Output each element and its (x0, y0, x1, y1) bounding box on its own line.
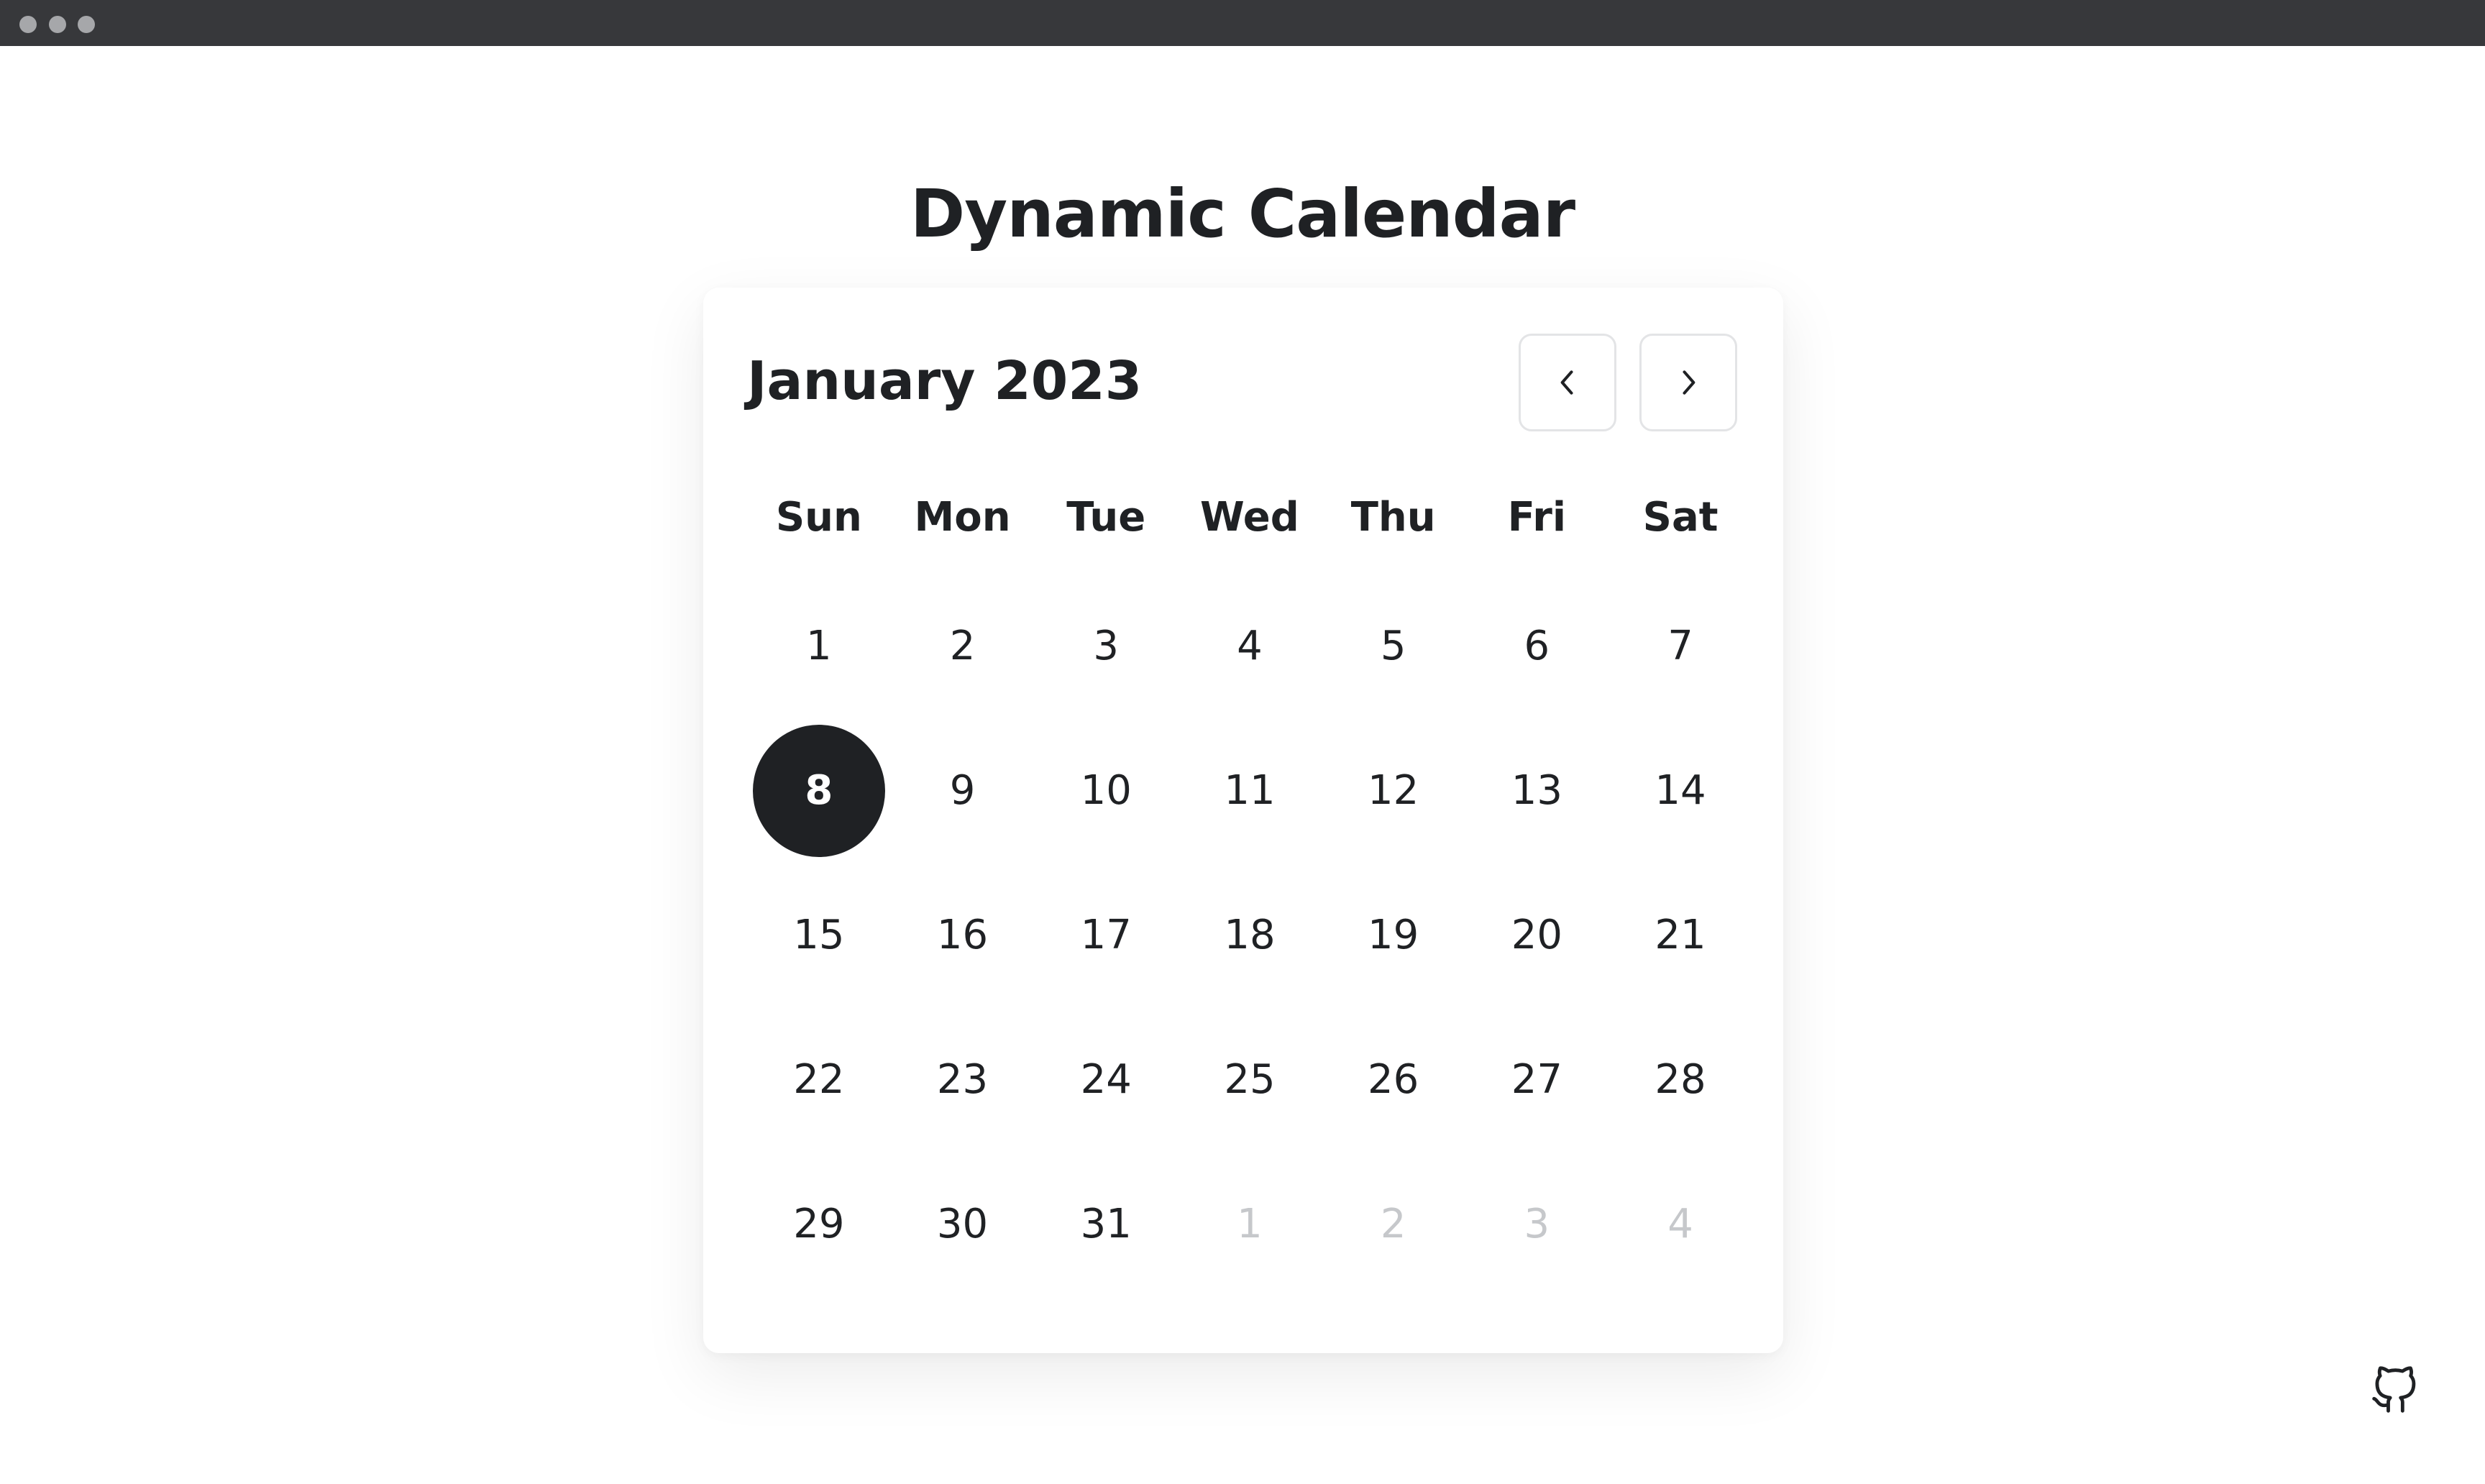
day-cell: 26 (1322, 1007, 1465, 1152)
calendar-day[interactable]: 2 (897, 580, 1029, 713)
day-cell: 13 (1465, 718, 1609, 863)
calendar-day[interactable]: 15 (753, 869, 885, 1002)
calendar-day[interactable]: 22 (753, 1014, 885, 1146)
day-cell: 14 (1608, 718, 1752, 863)
day-cell: 20 (1465, 863, 1609, 1007)
calendar-day[interactable]: 11 (1184, 725, 1316, 857)
calendar-day[interactable]: 30 (897, 1158, 1029, 1291)
day-cell: 31 (1034, 1152, 1178, 1296)
calendar-day[interactable]: 26 (1327, 1014, 1460, 1146)
calendar-day[interactable]: 1 (753, 580, 885, 713)
calendar-card: January 2023 Sun Mon Tue Wed Thu Fri Sat 1 2 3 4 5 6… (703, 288, 1783, 1353)
calendar-day[interactable]: 17 (1040, 869, 1172, 1002)
day-cell: 4 (1608, 1152, 1752, 1296)
day-cell: 29 (747, 1152, 891, 1296)
day-cell: 15 (747, 863, 891, 1007)
weekday-header: Wed (1200, 493, 1299, 541)
day-cell: 27 (1465, 1007, 1609, 1152)
calendar-day[interactable]: 25 (1184, 1014, 1316, 1146)
day-cell: 19 (1322, 863, 1465, 1007)
day-cell: 10 (1034, 718, 1178, 863)
day-cell: 17 (1034, 863, 1178, 1007)
calendar-day[interactable]: 12 (1327, 725, 1460, 857)
day-cell: 23 (891, 1007, 1035, 1152)
calendar-day[interactable]: 13 (1470, 725, 1603, 857)
day-cell: 3 (1034, 574, 1178, 718)
calendar-day[interactable]: 28 (1614, 1014, 1747, 1146)
day-cell: 5 (1322, 574, 1465, 718)
calendar-day[interactable]: 5 (1327, 580, 1460, 713)
calendar-day[interactable]: 29 (753, 1158, 885, 1291)
calendar-day[interactable]: 19 (1327, 869, 1460, 1002)
calendar-day[interactable]: 20 (1470, 869, 1603, 1002)
weekday-header: Mon (914, 493, 1011, 541)
calendar-grid: Sun Mon Tue Wed Thu Fri Sat 1 2 3 4 5 6 7 8 9 10 11 12 13 14… (747, 460, 1752, 1296)
day-cell: 9 (891, 718, 1035, 863)
calendar-day[interactable]: 24 (1040, 1014, 1172, 1146)
day-cell: 12 (1322, 718, 1465, 863)
github-link[interactable] (2369, 1365, 2420, 1416)
next-month-button[interactable] (1639, 334, 1737, 431)
day-cell: 6 (1465, 574, 1609, 718)
window-minimize-dot[interactable] (49, 16, 66, 33)
calendar-day[interactable]: 10 (1040, 725, 1172, 857)
github-icon (2372, 1366, 2416, 1413)
next-month-day[interactable]: 3 (1470, 1158, 1603, 1291)
calendar-day[interactable]: 6 (1470, 580, 1603, 713)
day-cell: 25 (1178, 1007, 1322, 1152)
day-cell: 21 (1608, 863, 1752, 1007)
calendar-day[interactable]: 31 (1040, 1158, 1172, 1291)
calendar-day[interactable]: 16 (897, 869, 1029, 1002)
day-cell: 28 (1608, 1007, 1752, 1152)
next-month-day[interactable]: 2 (1327, 1158, 1460, 1291)
calendar-day[interactable]: 9 (897, 725, 1029, 857)
next-month-day[interactable]: 1 (1184, 1158, 1316, 1291)
window-titlebar (0, 0, 2485, 46)
calendar-day[interactable]: 14 (1614, 725, 1747, 857)
window-close-dot[interactable] (19, 16, 37, 33)
chevron-left-icon (1560, 370, 1573, 395)
calendar-day[interactable]: 21 (1614, 869, 1747, 1002)
day-cell: 3 (1465, 1152, 1609, 1296)
calendar-day[interactable]: 4 (1184, 580, 1316, 713)
day-cell: 24 (1034, 1007, 1178, 1152)
page-title: Dynamic Calendar (910, 175, 1575, 252)
day-cell: 2 (1322, 1152, 1465, 1296)
window-maximize-dot[interactable] (78, 16, 95, 33)
current-month-label: January 2023 (747, 350, 1143, 412)
day-cell: 4 (1178, 574, 1322, 718)
weekday-header: Sun (775, 493, 862, 541)
calendar-day[interactable]: 7 (1614, 580, 1747, 713)
weekday-header: Tue (1066, 493, 1146, 541)
weekday-header: Thu (1350, 493, 1436, 541)
calendar-day[interactable]: 27 (1470, 1014, 1603, 1146)
day-cell: 1 (1178, 1152, 1322, 1296)
day-cell: 11 (1178, 718, 1322, 863)
day-cell: 1 (747, 574, 891, 718)
day-cell: 16 (891, 863, 1035, 1007)
day-cell: 18 (1178, 863, 1322, 1007)
calendar-day[interactable]: 18 (1184, 869, 1316, 1002)
weekday-header: Fri (1507, 493, 1567, 541)
day-cell: 8 (747, 718, 891, 863)
calendar-day[interactable]: 23 (897, 1014, 1029, 1146)
calendar-day[interactable]: 3 (1040, 580, 1172, 713)
chevron-right-icon (1683, 370, 1695, 395)
weekday-header: Sat (1642, 493, 1719, 541)
day-cell: 7 (1608, 574, 1752, 718)
day-cell: 30 (891, 1152, 1035, 1296)
previous-month-button[interactable] (1519, 334, 1616, 431)
today-day[interactable]: 8 (752, 724, 885, 857)
day-cell: 2 (891, 574, 1035, 718)
day-cell: 22 (747, 1007, 891, 1152)
next-month-day[interactable]: 4 (1614, 1158, 1747, 1291)
